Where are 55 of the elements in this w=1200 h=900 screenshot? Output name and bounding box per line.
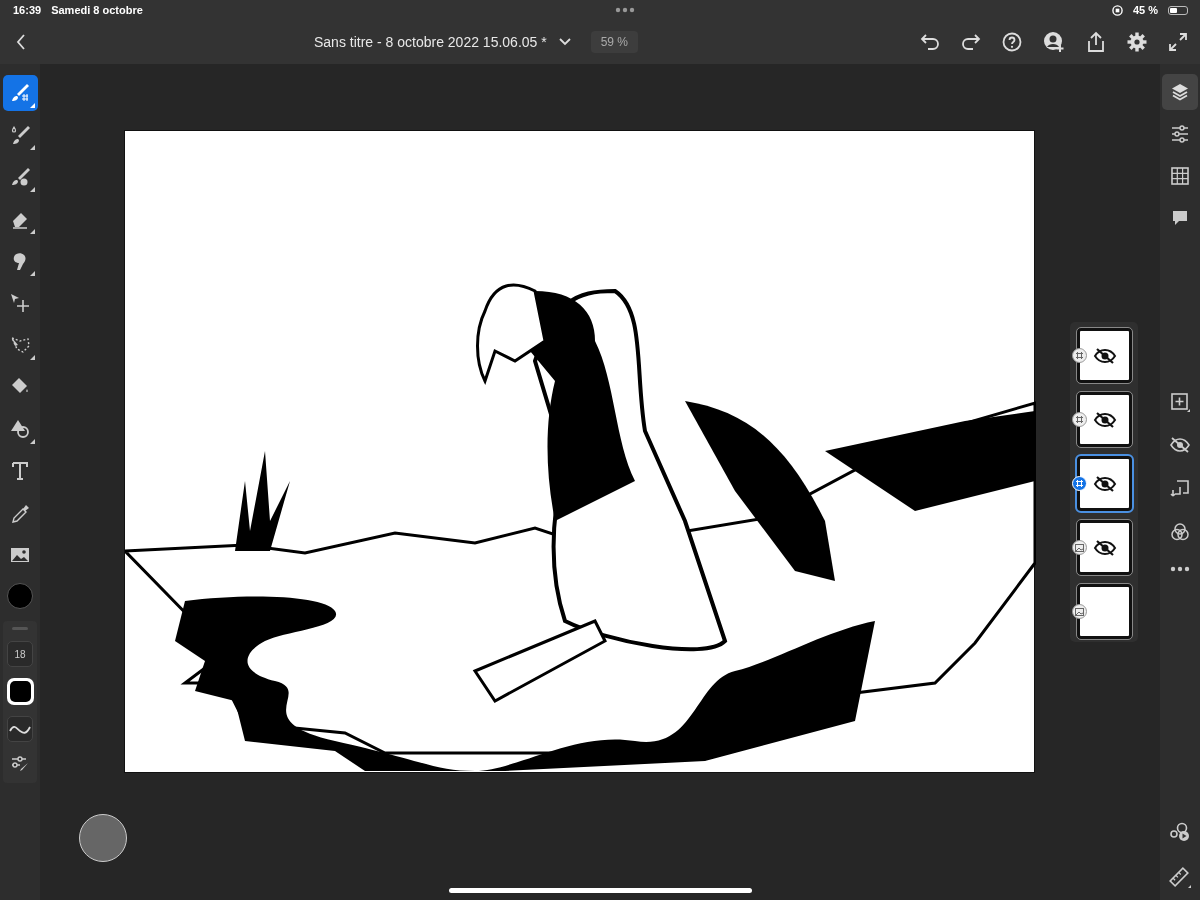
multitasking-dots-icon[interactable] (615, 7, 636, 13)
color-swatch[interactable] (7, 583, 33, 609)
grid-icon[interactable] (1170, 166, 1190, 186)
undo-icon[interactable] (920, 34, 940, 50)
status-date: Samedi 8 octobre (51, 4, 143, 16)
brush-options-icon[interactable] (10, 755, 30, 773)
settings-icon[interactable] (1127, 32, 1147, 52)
chevron-down-icon[interactable] (558, 38, 571, 46)
sliders-icon[interactable] (1170, 124, 1190, 144)
merge-down-icon[interactable] (1170, 478, 1190, 498)
brush-size-button[interactable]: 18 (7, 641, 33, 667)
layer-thumbnail[interactable] (1077, 392, 1132, 447)
layers-panel-button[interactable] (1162, 74, 1198, 110)
brush-grid-icon[interactable] (9, 82, 31, 104)
hidden-eye-icon[interactable] (1092, 474, 1117, 493)
brush-shape-button[interactable] (6, 678, 34, 705)
ruler-icon[interactable] (1169, 866, 1191, 888)
redo-icon[interactable] (961, 34, 981, 50)
zoom-level[interactable]: 59 % (590, 31, 639, 53)
text-icon[interactable] (9, 460, 31, 482)
status-time: 16:39 (13, 4, 42, 16)
brush-drop-icon[interactable] (9, 124, 31, 146)
fullscreen-icon[interactable] (1168, 32, 1188, 52)
help-icon[interactable] (1002, 32, 1022, 52)
add-layer-icon[interactable] (1170, 392, 1190, 412)
layer-thumbnail[interactable] (1077, 328, 1132, 383)
battery-percentage: 45 % (1132, 4, 1158, 16)
more-icon[interactable] (1170, 566, 1190, 572)
smoothing-button[interactable] (7, 716, 33, 742)
brush-preview-button[interactable] (79, 814, 127, 862)
layer-thumbnail[interactable] (1077, 584, 1132, 639)
blend-mode-icon[interactable] (1170, 522, 1190, 542)
layer-thumbnail[interactable] (1077, 456, 1132, 511)
hide-layer-icon[interactable] (1169, 436, 1191, 454)
hidden-eye-icon[interactable] (1092, 410, 1117, 429)
document-title[interactable]: Sans titre - 8 octobre 2022 15.06.05 * (313, 34, 547, 50)
hidden-eye-icon[interactable] (1092, 538, 1117, 557)
wave-icon[interactable] (9, 723, 31, 735)
brush-circle-icon[interactable] (9, 166, 31, 188)
invite-person-icon[interactable] (1043, 31, 1065, 53)
battery-icon (1168, 5, 1188, 15)
eyedropper-icon[interactable] (9, 502, 31, 524)
orientation-lock-icon (1111, 4, 1123, 16)
layers-icon[interactable] (1170, 82, 1190, 102)
playback-icon[interactable] (1169, 822, 1191, 842)
move-arrows-icon[interactable] (9, 292, 31, 314)
canvas-drawing[interactable] (124, 130, 1035, 773)
share-icon[interactable] (1086, 31, 1106, 53)
live-brush-tool[interactable] (2, 75, 38, 111)
shapes-icon[interactable] (9, 418, 31, 440)
layer-thumbnail[interactable] (1077, 520, 1132, 575)
lasso-icon[interactable] (9, 334, 31, 356)
hidden-eye-icon[interactable] (1092, 346, 1117, 365)
speech-bubble-icon[interactable] (1170, 208, 1190, 228)
back-chevron-icon[interactable] (16, 34, 26, 50)
